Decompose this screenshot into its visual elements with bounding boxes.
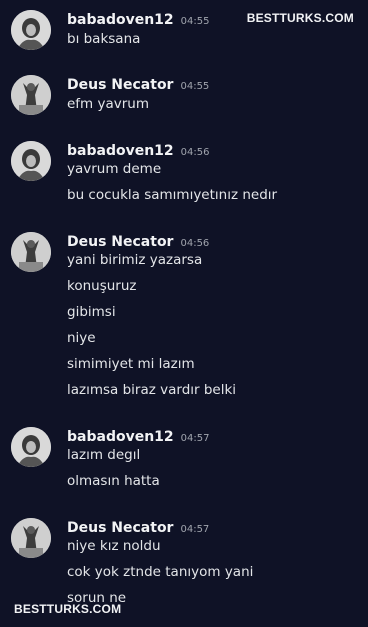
timestamp: 04:57 (180, 433, 210, 444)
username[interactable]: babadoven12 (67, 429, 174, 445)
user-avatar[interactable] (11, 10, 51, 50)
deus-necator-avatar-icon (11, 232, 51, 272)
watermark-top: BESTTURKS.COM (246, 11, 354, 25)
message-text: lazımsa biraz vardır belki (67, 382, 237, 398)
username[interactable]: babadoven12 (67, 12, 174, 28)
username[interactable]: Deus Necator (67, 520, 173, 536)
user-avatar[interactable] (11, 518, 51, 558)
message-header: Deus Necator 04:55 (67, 74, 209, 93)
watermark-bottom: BESTTURKS.COM (14, 602, 122, 616)
timestamp: 04:55 (180, 16, 210, 27)
babadoven12-avatar-icon (11, 141, 51, 181)
user-avatar[interactable] (11, 75, 51, 115)
message-header: Deus Necator 04:56 (67, 231, 209, 250)
message-header: babadoven12 04:56 (67, 140, 209, 159)
message-header: babadoven12 04:57 (67, 426, 209, 445)
babadoven12-avatar-icon (11, 427, 51, 467)
username[interactable]: Deus Necator (67, 234, 173, 250)
username[interactable]: Deus Necator (67, 77, 173, 93)
timestamp: 04:55 (180, 81, 210, 92)
deus-necator-avatar-icon (11, 518, 51, 558)
message-text: konuşuruz (67, 278, 137, 294)
deus-necator-avatar-icon (11, 75, 51, 115)
babadoven12-avatar-icon (11, 10, 51, 50)
chat-screenshot: BESTTURKS.COM babadoven12 04:55 bı baksan… (0, 0, 368, 627)
user-avatar[interactable] (11, 141, 51, 181)
message-header: Deus Necator 04:57 (67, 517, 209, 536)
message-header: babadoven12 04:55 (67, 9, 209, 28)
message-text: niye kız noldu (67, 538, 161, 554)
message-text: yani birimiz yazarsa (67, 252, 203, 268)
user-avatar[interactable] (11, 232, 51, 272)
message-text: cok yok ztnde tanıyom yani (67, 564, 254, 580)
message-text: lazım degıl (67, 447, 141, 463)
timestamp: 04:56 (180, 147, 210, 158)
message-text: bu cocukla samımıyetınız nedır (67, 187, 278, 203)
message-text: efm yavrum (67, 96, 150, 112)
message-text: olmasın hatta (67, 473, 160, 489)
message-text: simimiyet mi lazım (67, 356, 195, 372)
username[interactable]: babadoven12 (67, 143, 174, 159)
timestamp: 04:56 (180, 238, 210, 249)
message-text: gibimsi (67, 304, 116, 320)
user-avatar[interactable] (11, 427, 51, 467)
message-text: bı baksana (67, 31, 141, 47)
message-text: niye (67, 330, 96, 346)
message-text: yavrum deme (67, 161, 162, 177)
timestamp: 04:57 (180, 524, 210, 535)
